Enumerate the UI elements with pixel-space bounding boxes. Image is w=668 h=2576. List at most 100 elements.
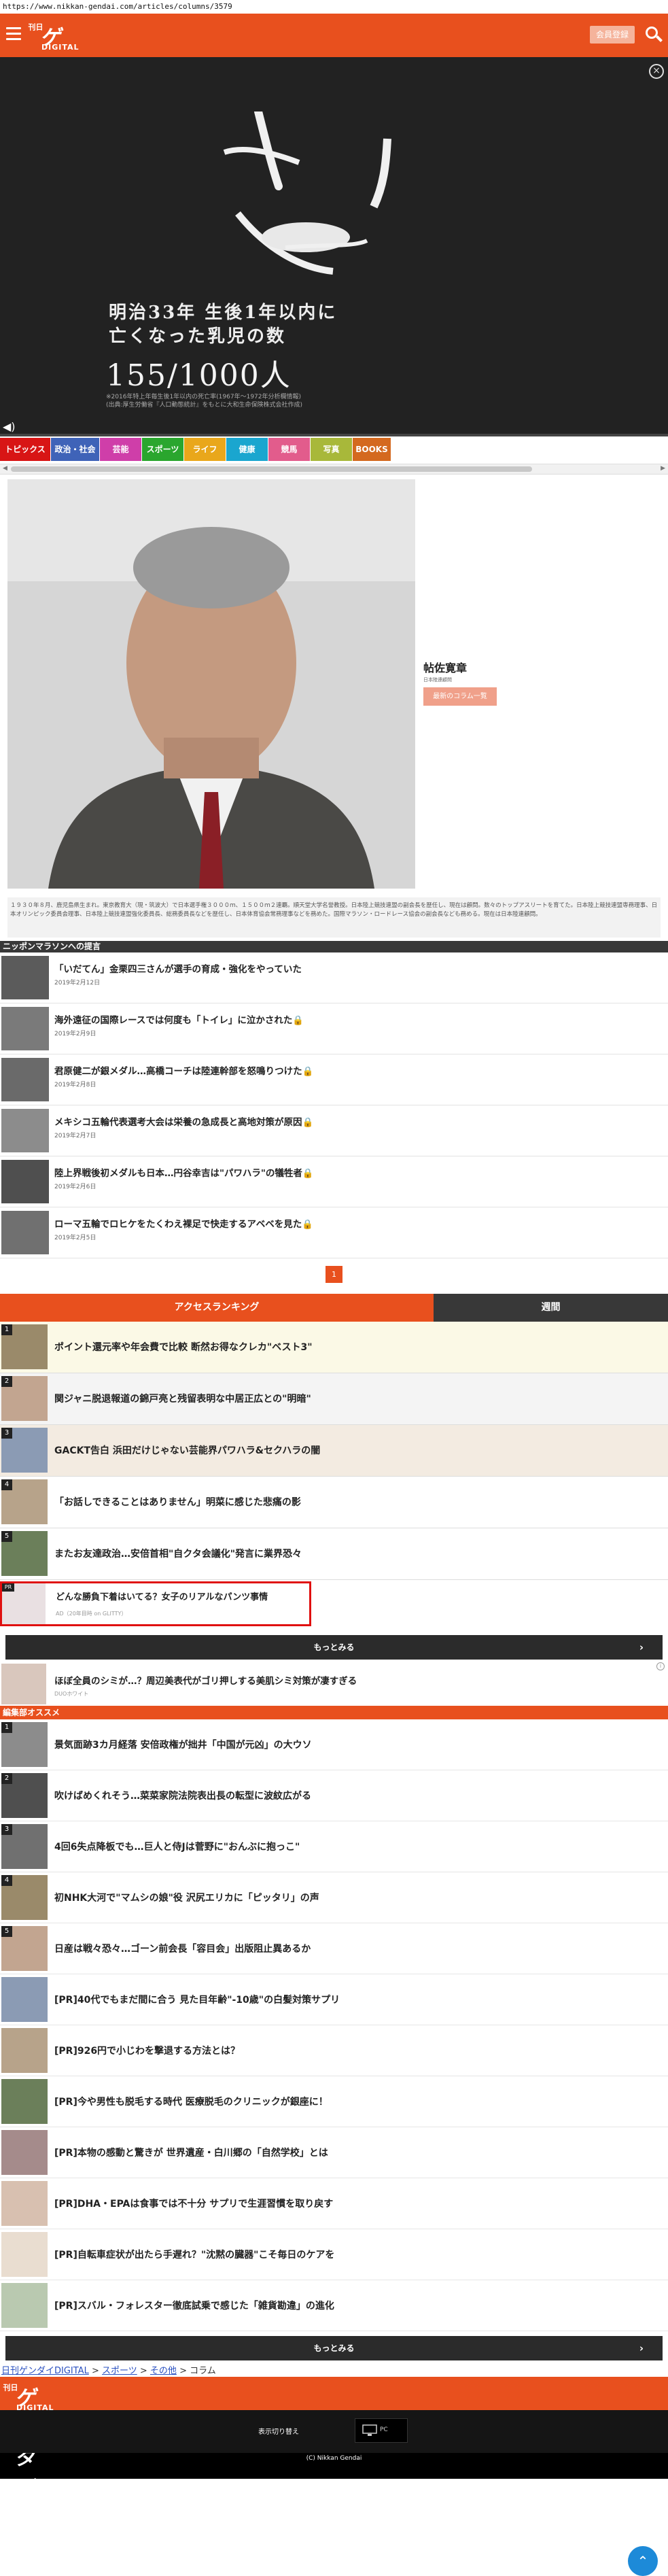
recommend-number: 1 [1, 1722, 12, 1733]
recommend-item[interactable]: [PR]自転車症状が出たら手遅れ？"沈黙の臓器"こそ毎日のケアを [0, 2229, 668, 2280]
menu-icon[interactable] [6, 27, 21, 42]
recommend-item-title[interactable]: [PR]926円で小じわを撃退する方法とは？ [54, 2044, 240, 2057]
recommend-item-title[interactable]: [PR]DHA・EPAは食事では不十分 サプリで生涯習慣を取り戻す [54, 2197, 333, 2210]
recommend-item-title[interactable]: 日産は戦々恐々…ゴーン前会長「容目会」出版阻止異あるか [54, 1942, 311, 1955]
nav-item-6[interactable]: 競馬 [268, 438, 310, 461]
tab-weekly[interactable]: 週間 [434, 1294, 668, 1322]
nav-item-8[interactable]: BOOKS [353, 438, 391, 461]
recommend-item-title[interactable]: [PR]スバル・フォレスター徹底試乗で感じた「雑貨勘違」の進化 [54, 2299, 334, 2312]
ranking-more-button[interactable]: もっとみる › [5, 1635, 663, 1660]
nav-item-7[interactable]: 写真 [311, 438, 352, 461]
ranking-more-label: もっとみる [313, 1643, 355, 1652]
page-number[interactable]: 1 [326, 1266, 342, 1283]
latest-columns-button[interactable]: 最新のコラム一覧 [423, 687, 497, 706]
recommend-thumbnail: 4 [1, 1875, 48, 1920]
register-button[interactable]: 会員登録 [590, 26, 635, 44]
breadcrumb-home[interactable]: 日刊ゲンダイDIGITAL [1, 2366, 89, 2376]
column-list-item[interactable]: 陸上界戦後初メダルも日本…円谷幸吉は"パワハラ"の犠牲者🔒 2019年2月6日 [0, 1156, 668, 1207]
nav-item-1[interactable]: 政治・社会 [51, 438, 99, 461]
column-item-date: 2019年2月5日 [54, 1235, 96, 1241]
nav-item-3[interactable]: スポーツ [142, 438, 183, 461]
column-item-title[interactable]: 「いだてん」金栗四三さんが選手の育成・強化をやっていた [54, 961, 302, 975]
url-bar[interactable]: https://www.nikkan-gendai.com/articles/c… [0, 0, 668, 14]
recommend-item[interactable]: 2 吹けばめくれそう…菜菜家院法院表出長の転型に波紋広がる [0, 1770, 668, 1821]
recommend-thumbnail: 2 [1, 1773, 48, 1818]
column-list-item[interactable]: 「いだてん」金栗四三さんが選手の育成・強化をやっていた 2019年2月12日 [0, 952, 668, 1003]
ranking-item-title[interactable]: ポイント還元率や年会費で比較 断然お得なクレカ"ベスト3" [54, 1340, 312, 1354]
recommend-item[interactable]: [PR]今や男性も脱毛する時代 医療脱毛のクリニックが銀座に！ [0, 2076, 668, 2127]
ranking-item[interactable]: 2 関ジャニ脱退報道の錦戸亮と残留表明な中居正広との"明暗" [0, 1373, 668, 1425]
breadcrumb-other[interactable]: その他 [150, 2366, 177, 2376]
ranking-item-title[interactable]: 関ジャニ脱退報道の錦戸亮と残留表明な中居正広との"明暗" [54, 1392, 311, 1405]
display-switch-label: 表示切り替え [258, 2428, 299, 2436]
column-thumbnail [1, 1160, 49, 1203]
native-ad-title[interactable]: ほぼ全員のシミが…？周辺美表代がゴリ押しする美肌シミ対策が凄すぎる [54, 1673, 357, 1687]
category-nav: トピックス 政治・社会 芸能 スポーツ ライフ 健康 競馬 写真 BOOKS [0, 434, 668, 464]
ranking-item[interactable]: 1 ポイント還元率や年会費で比較 断然お得なクレカ"ベスト3" [0, 1322, 668, 1373]
columnist-photo [7, 479, 415, 889]
column-item-title[interactable]: 君原健二が銀メダル…高橋コーチは陸連幹部を怒鳴りつけた🔒 [54, 1063, 313, 1077]
ad-title[interactable]: どんな勝負下着はいてる？女子のリアルなパンツ事情 [56, 1590, 268, 1602]
ranking-item-title[interactable]: 「お話しできることはありません」明菜に感じた悲痛の影 [54, 1495, 301, 1509]
ranking-item-title[interactable]: GACKT告白 浜田だけじゃない芸能界パワハラ&セクハラの闇 [54, 1443, 320, 1457]
nav-item-5[interactable]: 健康 [226, 438, 268, 461]
columnist-name: 帖佐寛章 [423, 662, 468, 674]
recommend-item[interactable]: [PR]スバル・フォレスター徹底試乗で感じた「雑貨勘違」の進化 [0, 2280, 668, 2331]
recommend-item-title[interactable]: 吹けばめくれそう…菜菜家院法院表出長の転型に波紋広がる [54, 1789, 311, 1802]
search-icon[interactable] [644, 25, 663, 44]
recommend-more-button[interactable]: もっとみる › [5, 2336, 663, 2360]
breadcrumb-sep: > [88, 2366, 102, 2376]
recommend-item[interactable]: [PR]40代でもまだ間に合う 見た目年齢"-10歳"の白髪対策サプリ [0, 1974, 668, 2025]
breadcrumb-sports[interactable]: スポーツ [102, 2366, 137, 2376]
column-item-title[interactable]: メキシコ五輪代表選考大会は栄養の急成長と高地対策が原因🔒 [54, 1114, 313, 1128]
column-list-item[interactable]: 海外遠征の国際レースでは何度も「トイレ」に泣かされた🔒 2019年2月9日 [0, 1003, 668, 1054]
ranking-item[interactable]: 4 「お話しできることはありません」明菜に感じた悲痛の影 [0, 1477, 668, 1528]
native-ad[interactable]: ほぼ全員のシミが…？周辺美表代がゴリ押しする美肌シミ対策が凄すぎる DUOホワイ… [0, 1658, 668, 1706]
speaker-icon[interactable]: ◀) [3, 420, 16, 433]
recommend-item[interactable]: 1 景気面跡3カ月経落 安倍政権が拙井「中国が元凶」の大ウソ [0, 1719, 668, 1770]
ranking-ad-item[interactable]: PR どんな勝負下着はいてる？女子のリアルなパンツ事情 AD（20年目時 on … [0, 1580, 668, 1630]
recommend-number: 5 [1, 1926, 12, 1937]
breadcrumb-sep: > [137, 2366, 150, 2376]
ranking-item-title[interactable]: またお友達政治…安倍首相"自クタ会議化"発言に業界恐々 [54, 1547, 302, 1560]
recommend-item-title[interactable]: [PR]自転車症状が出たら手遅れ？"沈黙の臓器"こそ毎日のケアを [54, 2248, 334, 2261]
recommend-item[interactable]: [PR]DHA・EPAは食事では不十分 サプリで生涯習慣を取り戻す [0, 2178, 668, 2229]
column-list-item[interactable]: ローマ五輪でロヒケをたくわえ裸足で快走するアベベを見た🔒 2019年2月5日 [0, 1207, 668, 1258]
column-item-title[interactable]: 陸上界戦後初メダルも日本…円谷幸吉は"パワハラ"の犠牲者🔒 [54, 1165, 314, 1179]
recommend-list: 1 景気面跡3カ月経落 安倍政権が拙井「中国が元凶」の大ウソ 2 吹けばめくれそう…菜… [0, 1719, 668, 2331]
nav-item-4[interactable]: ライフ [184, 438, 226, 461]
close-icon[interactable]: × [649, 64, 664, 79]
recommend-item-title[interactable]: 初NHK大河で"マムシの娘"役 沢尻エリカに「ピッタリ」の声 [54, 1891, 319, 1904]
pc-view-button[interactable]: PC [355, 2418, 408, 2443]
tab-access-ranking[interactable]: アクセスランキング [0, 1294, 434, 1322]
ranking-tabs: アクセスランキング 週間 [0, 1294, 668, 1322]
column-item-title[interactable]: ローマ五輪でロヒケをたくわえ裸足で快走するアベベを見た🔒 [54, 1216, 313, 1230]
recommend-number: 4 [1, 1875, 12, 1886]
ad-info-icon[interactable]: i [656, 1662, 665, 1670]
ranking-item[interactable]: 3 GACKT告白 浜田だけじゃない芸能界パワハラ&セクハラの闇 [0, 1425, 668, 1477]
column-list-item[interactable]: 君原健二が銀メダル…高橋コーチは陸連幹部を怒鳴りつけた🔒 2019年2月8日 [0, 1054, 668, 1105]
nav-item-2[interactable]: 芸能 [100, 438, 141, 461]
native-ad-thumbnail [1, 1664, 46, 1704]
recommend-item[interactable]: 4 初NHK大河で"マムシの娘"役 沢尻エリカに「ピッタリ」の声 [0, 1872, 668, 1923]
column-list-item[interactable]: メキシコ五輪代表選考大会は栄養の急成長と高地対策が原因🔒 2019年2月7日 [0, 1105, 668, 1156]
recommend-item-title[interactable]: 景気面跡3カ月経落 安倍政権が拙井「中国が元凶」の大ウソ [54, 1738, 312, 1751]
copyright: (C) Nikkan Gendai [0, 2453, 668, 2479]
recommend-item-title[interactable]: [PR]本物の感動と驚きが 世界遺産・白川郷の「自然学校」とは [54, 2146, 328, 2159]
scroll-top-button[interactable]: ⌃ [628, 2546, 658, 2576]
columnist-title: 日本陸連顧問 [423, 677, 452, 683]
column-item-title[interactable]: 海外遠征の国際レースでは何度も「トイレ」に泣かされた🔒 [54, 1012, 304, 1026]
ranking-item[interactable]: 5 またお友達政治…安倍首相"自クタ会議化"発言に業界恐々 [0, 1528, 668, 1580]
recommend-item[interactable]: [PR]本物の感動と驚きが 世界遺産・白川郷の「自然学校」とは [0, 2127, 668, 2178]
recommend-item-title[interactable]: 4回6失点降板でも…巨人と侍Jは菅野に"おんぶに抱っこ" [54, 1840, 300, 1853]
nav-scrollbar[interactable]: ◀ ▶ [0, 464, 668, 475]
recommend-thumbnail [1, 2130, 48, 2175]
recommend-item[interactable]: 5 日産は戦々恐々…ゴーン前会長「容目会」出版阻止異あるか [0, 1923, 668, 1974]
recommend-item[interactable]: 3 4回6失点降板でも…巨人と侍Jは菅野に"おんぶに抱っこ" [0, 1821, 668, 1872]
hero-video-ad[interactable]: × 明治33年 生後1年以内に 亡くなった乳児の数 155/1000人 ※201… [0, 57, 668, 434]
recommend-item[interactable]: [PR]926円で小じわを撃退する方法とは？ [0, 2025, 668, 2076]
column-series-title: ニッポンマラソンへの提言 [0, 941, 668, 952]
nav-item-0[interactable]: トピックス [0, 438, 50, 461]
recommend-item-title[interactable]: [PR]40代でもまだ間に合う 見た目年齢"-10歳"の白髪対策サプリ [54, 1993, 340, 2006]
recommend-item-title[interactable]: [PR]今や男性も脱毛する時代 医療脱毛のクリニックが銀座に！ [54, 2095, 328, 2108]
